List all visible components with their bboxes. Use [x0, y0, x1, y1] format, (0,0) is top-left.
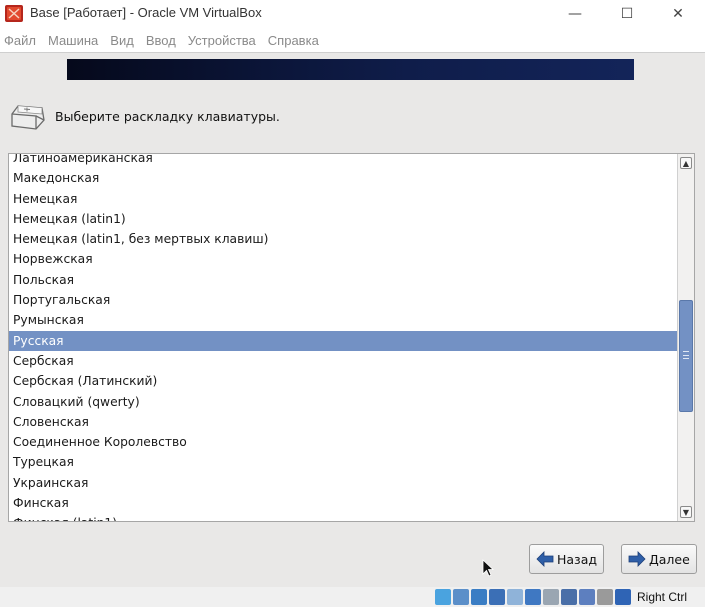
menu-machine[interactable]: Машина	[44, 33, 102, 48]
keyboard-icon	[11, 105, 45, 130]
mouse-pointer-icon	[482, 559, 494, 577]
scroll-up-icon[interactable]: ▲	[680, 157, 692, 169]
window-title: Base [Работает] - Oracle VM VirtualBox	[30, 5, 262, 20]
layout-list-item[interactable]: Соединенное Королевство	[9, 432, 677, 452]
host-key-icon[interactable]	[615, 589, 631, 605]
layout-list-item[interactable]: Турецкая	[9, 452, 677, 472]
keyboard-layout-list[interactable]: Латиноамериканская Македонская Немецкая Нем…	[8, 153, 695, 522]
layout-list-item[interactable]: Сербская (Латинский)	[9, 371, 677, 391]
close-button[interactable]: ✕	[655, 0, 701, 28]
layout-list-item[interactable]: Румынская	[9, 310, 677, 330]
scroll-down-icon[interactable]: ▼	[680, 506, 692, 518]
next-button-label: Далее	[649, 551, 690, 567]
layout-list-items: Латиноамериканская Македонская Немецкая Нем…	[9, 154, 677, 521]
shared-folders-icon[interactable]	[507, 589, 523, 605]
menu-devices[interactable]: Устройства	[184, 33, 260, 48]
arrow-left-icon	[536, 551, 554, 567]
scroll-thumb[interactable]	[679, 300, 693, 412]
audio-icon[interactable]	[453, 589, 469, 605]
layout-list-item[interactable]: Польская	[9, 270, 677, 290]
status-icons	[435, 589, 631, 605]
layout-list-item[interactable]: Словенская	[9, 412, 677, 432]
host-key-label: Right Ctrl	[637, 590, 688, 604]
menu-view[interactable]: Вид	[106, 33, 138, 48]
virtualbox-app-icon	[5, 5, 23, 22]
layout-list-item[interactable]: Финская	[9, 493, 677, 513]
keyboard-layout-prompt: Выберите раскладку клавиатуры.	[55, 109, 280, 124]
menu-input[interactable]: Ввод	[142, 33, 180, 48]
arrow-right-icon	[628, 551, 646, 567]
menu-file[interactable]: Файл	[0, 33, 40, 48]
network-icon[interactable]	[471, 589, 487, 605]
layout-list-item[interactable]: Финская (latin1)	[9, 513, 677, 521]
layout-list-item[interactable]: Украинская	[9, 473, 677, 493]
minimize-button[interactable]: —	[552, 0, 598, 28]
thumb-grip-icon	[683, 351, 689, 359]
vertical-scrollbar[interactable]: ▲ ▼	[677, 154, 694, 521]
back-button[interactable]: Назад	[529, 544, 604, 574]
recording-icon[interactable]	[543, 589, 559, 605]
optical-drive-icon[interactable]	[435, 589, 451, 605]
layout-list-item[interactable]: Словацкий (qwerty)	[9, 392, 677, 412]
layout-list-item[interactable]: Русская	[9, 330, 677, 351]
layout-list-item[interactable]: Немецкая	[9, 189, 677, 209]
layout-list-item[interactable]: Португальская	[9, 290, 677, 310]
layout-list-item[interactable]: Македонская	[9, 168, 677, 188]
installer-banner	[67, 59, 634, 80]
back-button-label: Назад	[557, 551, 598, 567]
usb-icon[interactable]	[489, 589, 505, 605]
menu-bar: Файл Машина Вид Ввод Устройства Справка	[0, 29, 705, 51]
mouse-integration-icon[interactable]	[597, 589, 613, 605]
layout-list-item[interactable]: Норвежская	[9, 249, 677, 269]
vm-state-icon[interactable]	[561, 589, 577, 605]
title-bar: Base [Работает] - Oracle VM VirtualBox —…	[0, 0, 705, 28]
maximize-button[interactable]: ☐	[604, 0, 650, 28]
status-bar: Right Ctrl	[0, 587, 705, 607]
menu-help[interactable]: Справка	[264, 33, 323, 48]
virtualization-icon[interactable]	[579, 589, 595, 605]
layout-list-item[interactable]: Латиноамериканская	[9, 154, 677, 168]
vm-screen[interactable]: Выберите раскладку клавиатуры. Латиноаме…	[0, 52, 705, 587]
next-button[interactable]: Далее	[621, 544, 697, 574]
layout-list-item[interactable]: Немецкая (latin1, без мертвых клавиш)	[9, 229, 677, 249]
display-icon[interactable]	[525, 589, 541, 605]
layout-list-item[interactable]: Сербская	[9, 351, 677, 371]
layout-list-item[interactable]: Немецкая (latin1)	[9, 209, 677, 229]
